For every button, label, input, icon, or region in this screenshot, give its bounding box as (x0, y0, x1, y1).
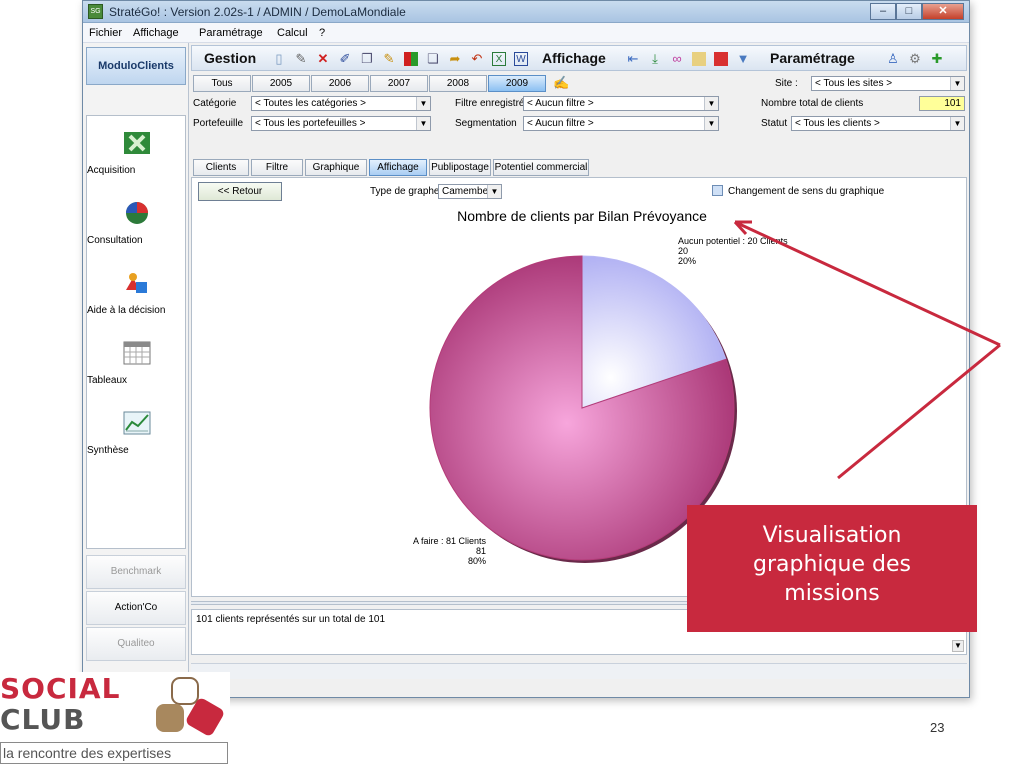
callout-line-2: graphique des (753, 552, 911, 577)
annotation-arrows (733, 220, 1001, 480)
logo-tagline: la rencontre des expertises (0, 742, 228, 764)
callout-box: Visualisation graphique des missions (687, 505, 977, 632)
social-club-logo: SOCIAL CLUB la rencontre des expertises (0, 672, 230, 768)
logo-shapes-icon (156, 677, 224, 736)
logo-word-club: CLUB (0, 703, 86, 736)
logo-word-social: SOCIAL (0, 672, 121, 705)
slide-number: 23 (930, 720, 945, 735)
callout-line-3: missions (784, 581, 880, 606)
callout-line-1: Visualisation (762, 523, 902, 548)
